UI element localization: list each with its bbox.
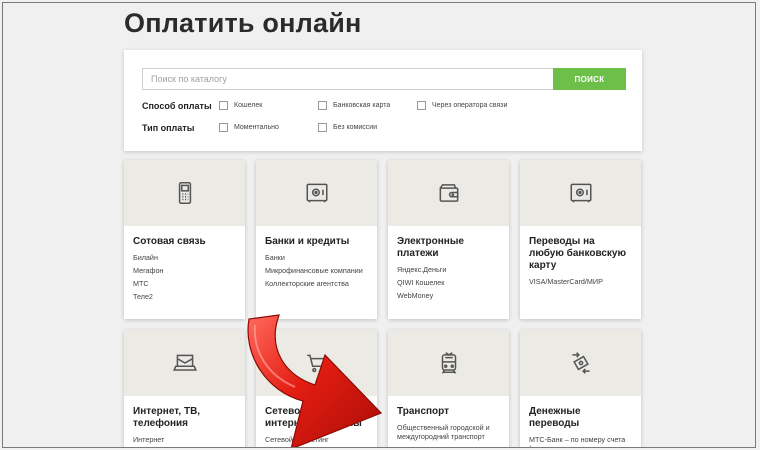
payment-method-label: Способ оплаты — [142, 101, 212, 111]
card-links: Общественный городской и междугородний т… — [397, 423, 500, 441]
card-link[interactable]: Коллекторские агентства — [265, 279, 368, 288]
card-link[interactable]: Билайн — [133, 253, 236, 262]
filter-option-label: Моментально — [234, 124, 279, 131]
card-links: Билайн Мегафон МТС Теле2 — [133, 253, 236, 301]
catalog-search-panel: ПОИСК Способ оплаты Кошелек Банковская к… — [124, 50, 642, 151]
category-card-transport[interactable]: Транспорт Общественный городской и между… — [388, 330, 509, 447]
filter-option-instant[interactable]: Моментально — [219, 123, 279, 132]
payment-type-label: Тип оплаты — [142, 123, 195, 133]
card-title: Переводы на любую банковскую карту — [529, 236, 627, 271]
laptop-icon — [172, 354, 197, 371]
wallet-checkbox[interactable] — [219, 101, 228, 110]
filter-option-label: Без комиссии — [333, 124, 378, 131]
card-thumbnail — [256, 160, 377, 226]
filter-option-no-commission[interactable]: Без комиссии — [318, 123, 377, 132]
category-card-e-payments[interactable]: Электронные платежи Яндекс.Деньги QIWI К… — [388, 160, 509, 319]
filter-option-operator[interactable]: Через оператора связи — [417, 101, 507, 110]
card-links: МТС-Банк – по номеру счета (по реквизита… — [529, 435, 632, 447]
card-link[interactable]: Общественный городской и междугородний т… — [397, 423, 500, 441]
card-links: Банки Микрофинансовые компании Коллектор… — [265, 253, 368, 288]
category-card-mobile[interactable]: Сотовая связь Билайн Мегафон МТС Теле2 — [124, 160, 245, 319]
safe-icon — [305, 183, 328, 203]
card-title: Транспорт — [397, 406, 450, 417]
card-thumbnail — [124, 330, 245, 396]
mobile-phone-icon — [178, 181, 191, 205]
wallet-icon — [439, 184, 458, 202]
card-link[interactable]: Интернет — [133, 435, 236, 444]
no-commission-checkbox[interactable] — [318, 123, 327, 132]
search-button[interactable]: ПОИСК — [553, 68, 626, 90]
card-thumbnail — [256, 330, 377, 396]
card-link[interactable]: Банки — [265, 253, 368, 262]
card-links: Сетевой маркетинг — [265, 435, 368, 444]
category-card-money-transfers[interactable]: Денежные переводы МТС-Банк – по номеру с… — [520, 330, 641, 447]
filter-option-label: Кошелек — [234, 102, 263, 109]
card-link[interactable]: Микрофинансовые компании — [265, 266, 368, 275]
card-title: Денежные переводы — [529, 406, 581, 429]
screenshot-frame: Оплатить онлайн ПОИСК Способ оплаты Коше… — [2, 2, 756, 448]
card-links: VISA/MasterCard/МИР — [529, 277, 632, 286]
card-title: Интернет, ТВ, телефония — [133, 406, 201, 429]
filter-option-bank-card[interactable]: Банковская карта — [318, 101, 390, 110]
card-link[interactable]: VISA/MasterCard/МИР — [529, 277, 632, 286]
card-link[interactable]: WebMoney — [397, 291, 500, 300]
card-link[interactable]: Теле2 — [133, 292, 236, 301]
filter-option-wallet[interactable]: Кошелек — [219, 101, 262, 110]
card-thumbnail — [388, 330, 509, 396]
train-icon — [441, 352, 456, 374]
card-link[interactable]: QIWI Кошелек — [397, 278, 500, 287]
category-card-banks[interactable]: Банки и кредиты Банки Микрофинансовые ко… — [256, 160, 377, 319]
search-input[interactable] — [142, 68, 554, 90]
filter-option-label: Через оператора связи — [432, 102, 508, 109]
page-title: Оплатить онлайн — [124, 8, 362, 38]
card-title: Электронные платежи — [397, 236, 464, 259]
bank-card-checkbox[interactable] — [318, 101, 327, 110]
safe-icon — [569, 183, 592, 203]
card-thumbnail — [520, 160, 641, 226]
instant-checkbox[interactable] — [219, 123, 228, 132]
category-card-internet-tv[interactable]: Интернет, ТВ, телефония Интернет — [124, 330, 245, 447]
operator-checkbox[interactable] — [417, 101, 426, 110]
card-links: Яндекс.Деньги QIWI Кошелек WebMoney — [397, 265, 500, 300]
card-link[interactable]: МТС-Банк – по номеру счета (по реквизита… — [529, 435, 632, 447]
money-transfer-icon — [571, 352, 590, 374]
card-link[interactable]: Яндекс.Деньги — [397, 265, 500, 274]
card-thumbnail — [520, 330, 641, 396]
category-card-network-marketing[interactable]: Сетевой маркетинг, интернет-магазины Сет… — [256, 330, 377, 447]
card-link[interactable]: Сетевой маркетинг — [265, 435, 368, 444]
card-link[interactable]: МТС — [133, 279, 236, 288]
card-title: Банки и кредиты — [265, 236, 350, 247]
card-thumbnail — [388, 160, 509, 226]
card-link[interactable]: Мегафон — [133, 266, 236, 275]
shopping-cart-icon — [306, 354, 327, 373]
card-title: Сетевой маркетинг, интернет-магазины — [265, 406, 362, 429]
card-title: Сотовая связь — [133, 236, 206, 247]
card-thumbnail — [124, 160, 245, 226]
card-links: Интернет — [133, 435, 236, 444]
category-card-card-transfers[interactable]: Переводы на любую банковскую карту VISA/… — [520, 160, 641, 319]
filter-option-label: Банковская карта — [333, 102, 391, 109]
